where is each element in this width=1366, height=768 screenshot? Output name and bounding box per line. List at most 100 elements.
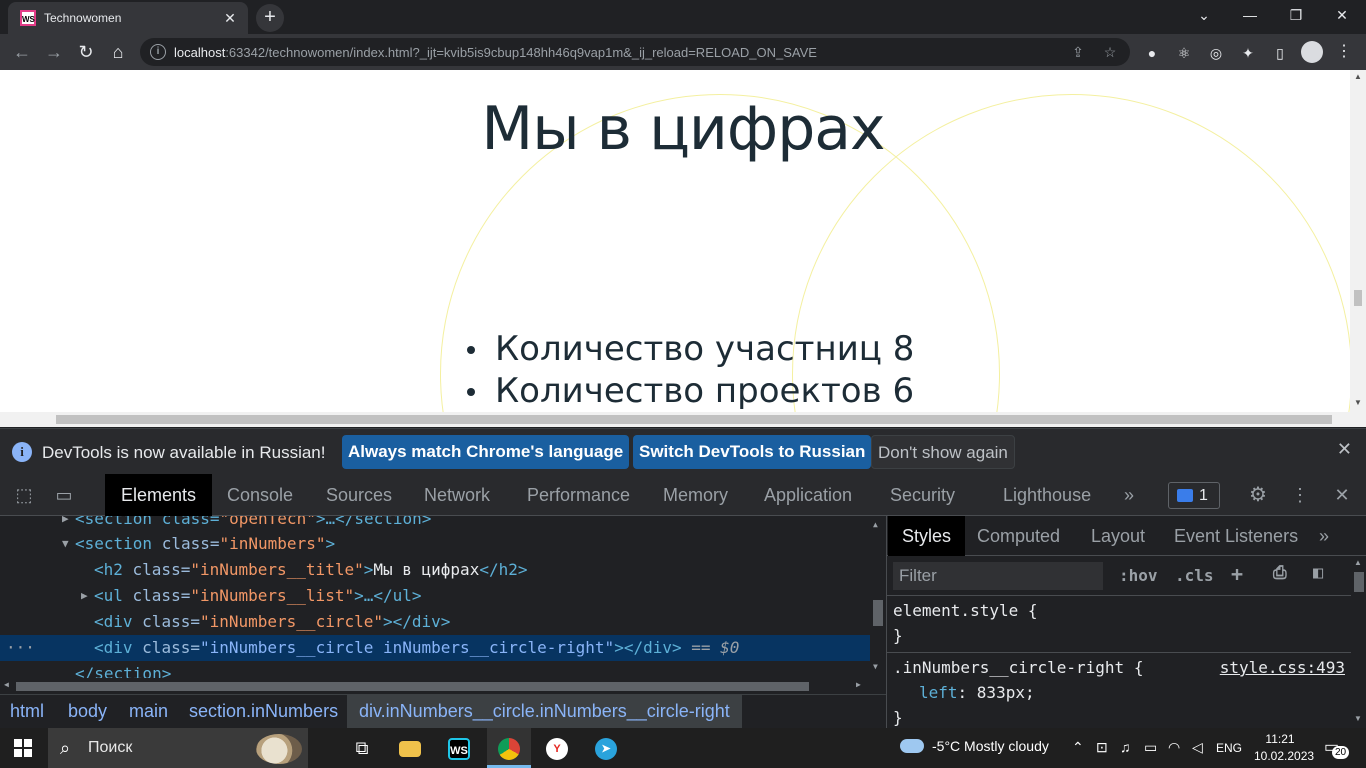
restore-button[interactable]: ❐ [1276, 4, 1316, 28]
share-icon[interactable]: ⇪ [1068, 42, 1088, 62]
tab-lighthouse[interactable]: Lighthouse [987, 474, 1107, 516]
tab-styles[interactable]: Styles [888, 516, 966, 556]
issues-counter-button[interactable]: 1 [1168, 482, 1220, 509]
home-button[interactable]: ⌂ [104, 38, 132, 66]
telegram-icon[interactable]: ➤ [584, 728, 628, 768]
scroll-up-arrow-icon[interactable]: ▲ [873, 520, 878, 529]
element-style-selector[interactable]: element.style { [887, 598, 1351, 623]
network-device-icon[interactable]: ⊡ [1096, 739, 1108, 756]
inspect-element-icon[interactable]: ⬚ [12, 484, 36, 506]
tab-layout[interactable]: Layout [1077, 516, 1159, 556]
css-declaration[interactable]: left: 833px; [887, 680, 1351, 705]
scroll-left-arrow-icon[interactable]: ◀ [4, 680, 9, 689]
tab-elements[interactable]: Elements [105, 474, 213, 516]
rendering-emulation-icon[interactable]: ⎙ [1273, 563, 1287, 583]
page-horizontal-scrollbar[interactable] [0, 412, 1366, 427]
file-explorer-icon[interactable] [388, 728, 432, 768]
breadcrumb-main[interactable]: main [129, 695, 168, 728]
notification-center-icon[interactable]: ▭ 20 [1324, 737, 1350, 759]
tab-computed[interactable]: Computed [963, 516, 1074, 556]
extension-1-icon[interactable]: ● [1141, 42, 1163, 64]
scroll-down-arrow-icon[interactable]: ▼ [873, 662, 878, 671]
side-panel-icon[interactable]: ▯ [1269, 42, 1291, 64]
webstorm-icon[interactable]: WS [437, 728, 481, 768]
windows-start-icon[interactable] [14, 739, 32, 757]
device-toolbar-icon[interactable]: ▭ [52, 484, 76, 506]
system-clock[interactable]: 11:21 10.02.2023 [1254, 731, 1314, 765]
scroll-up-arrow-icon[interactable]: ▲ [1354, 558, 1362, 567]
battery-icon[interactable]: ▭ [1144, 739, 1157, 756]
tab-network[interactable]: Network [408, 474, 506, 516]
customize-menu-icon[interactable]: ⋮ [1288, 484, 1312, 506]
styles-vertical-scrollbar[interactable]: ▲ ▼ [1351, 556, 1366, 728]
close-window-button[interactable]: ✕ [1322, 4, 1362, 28]
hover-state-toggle[interactable]: :hov [1119, 566, 1158, 585]
switch-to-russian-button[interactable]: Switch DevTools to Russian [633, 435, 872, 469]
scroll-thumb[interactable] [1354, 290, 1362, 306]
rule-selector[interactable]: .inNumbers__circle-right { [893, 658, 1143, 677]
dom-node-h2[interactable]: <h2 class="inNumbers__title">Мы в цифрах… [0, 557, 870, 583]
tab-close-icon[interactable]: ✕ [220, 8, 240, 28]
scroll-thumb[interactable] [873, 600, 883, 626]
browser-tab[interactable]: WS Technowomen ✕ [8, 2, 248, 34]
extension-3-icon[interactable]: ◎ [1205, 42, 1227, 64]
css-value[interactable]: 833px; [977, 683, 1035, 702]
more-tabs-chevron-icon[interactable]: » [1117, 484, 1141, 506]
tab-memory[interactable]: Memory [647, 474, 744, 516]
minimize-button[interactable]: — [1230, 4, 1270, 28]
dont-show-again-button[interactable]: Don't show again [871, 435, 1015, 469]
volume-icon[interactable]: ◁ [1192, 739, 1203, 756]
chrome-menu-icon[interactable]: ⋮ [1336, 41, 1352, 63]
expand-caret-icon[interactable]: ▶ [81, 583, 88, 609]
taskbar-search-box[interactable]: ⌕ Поиск [48, 728, 308, 768]
page-vertical-scrollbar[interactable]: ▲ ▼ [1350, 70, 1366, 412]
new-tab-button[interactable]: + [256, 4, 284, 32]
breadcrumb-section[interactable]: section.inNumbers [189, 695, 338, 728]
node-actions-ellipsis-icon[interactable]: ··· [6, 635, 35, 661]
forward-button[interactable]: → [40, 38, 68, 66]
dom-tree-vertical-scrollbar[interactable]: ▲ ▼ [870, 516, 886, 678]
extensions-puzzle-icon[interactable]: ✦ [1237, 42, 1259, 64]
tab-sources[interactable]: Sources [310, 474, 408, 516]
scroll-up-arrow-icon[interactable]: ▲ [1350, 70, 1366, 84]
css-property[interactable]: left [919, 683, 958, 702]
dom-node-circle[interactable]: <div class="inNumbers__circle"></div> [0, 609, 870, 635]
scroll-thumb[interactable] [16, 682, 809, 691]
task-view-icon[interactable]: ⧉ [340, 728, 384, 768]
class-toggle[interactable]: .cls [1175, 566, 1214, 585]
dom-tree-horizontal-scrollbar[interactable]: ◀ ▶ [0, 678, 870, 694]
collapse-caret-icon[interactable]: ▼ [62, 531, 69, 557]
expand-caret-icon[interactable]: ▶ [62, 516, 69, 532]
stylesheet-link[interactable]: style.css:493 [1220, 655, 1345, 680]
close-devtools-icon[interactable]: ✕ [1330, 484, 1354, 506]
wifi-icon[interactable]: ◠ [1168, 739, 1180, 756]
scroll-thumb[interactable] [1354, 572, 1364, 592]
show-hidden-icons-chevron-icon[interactable]: ⌃ [1072, 739, 1084, 756]
breadcrumb-body[interactable]: body [68, 695, 107, 728]
tab-search-icon[interactable]: ⌄ [1184, 4, 1224, 28]
toggle-computed-sidebar-icon[interactable]: ◧ [1313, 563, 1323, 583]
styles-filter-input[interactable] [893, 562, 1103, 590]
more-panes-chevron-icon[interactable]: » [1305, 516, 1343, 556]
tab-event-listeners[interactable]: Event Listeners [1160, 516, 1312, 556]
dom-node-opentech[interactable]: ▶ <section class="openTech">…</section> [0, 516, 870, 532]
back-button[interactable]: ← [8, 38, 36, 66]
tab-application[interactable]: Application [748, 474, 868, 516]
address-bar[interactable]: i localhost:63342/technowomen/index.html… [140, 38, 1130, 66]
tab-console[interactable]: Console [211, 474, 309, 516]
scroll-down-arrow-icon[interactable]: ▼ [1350, 396, 1366, 410]
url-text[interactable]: localhost:63342/technowomen/index.html?_… [174, 45, 817, 60]
react-devtools-icon[interactable]: ⚛ [1173, 42, 1195, 64]
tab-security[interactable]: Security [874, 474, 971, 516]
new-style-rule-icon[interactable]: + [1231, 562, 1243, 586]
scroll-right-arrow-icon[interactable]: ▶ [856, 680, 861, 689]
dom-node-innumbers[interactable]: ▼ <section class="inNumbers"> [0, 531, 870, 557]
settings-gear-icon[interactable]: ⚙ [1246, 484, 1270, 506]
infobar-close-icon[interactable]: ✕ [1337, 439, 1352, 460]
weather-widget[interactable]: -5°C Mostly cloudy [900, 738, 1049, 754]
bookmark-star-icon[interactable]: ☆ [1100, 42, 1120, 62]
microphone-icon[interactable]: ♫ [1120, 739, 1131, 755]
profile-avatar[interactable] [1301, 41, 1323, 63]
tab-performance[interactable]: Performance [511, 474, 646, 516]
dom-node-ul[interactable]: ▶ <ul class="inNumbers__list">…</ul> [0, 583, 870, 609]
